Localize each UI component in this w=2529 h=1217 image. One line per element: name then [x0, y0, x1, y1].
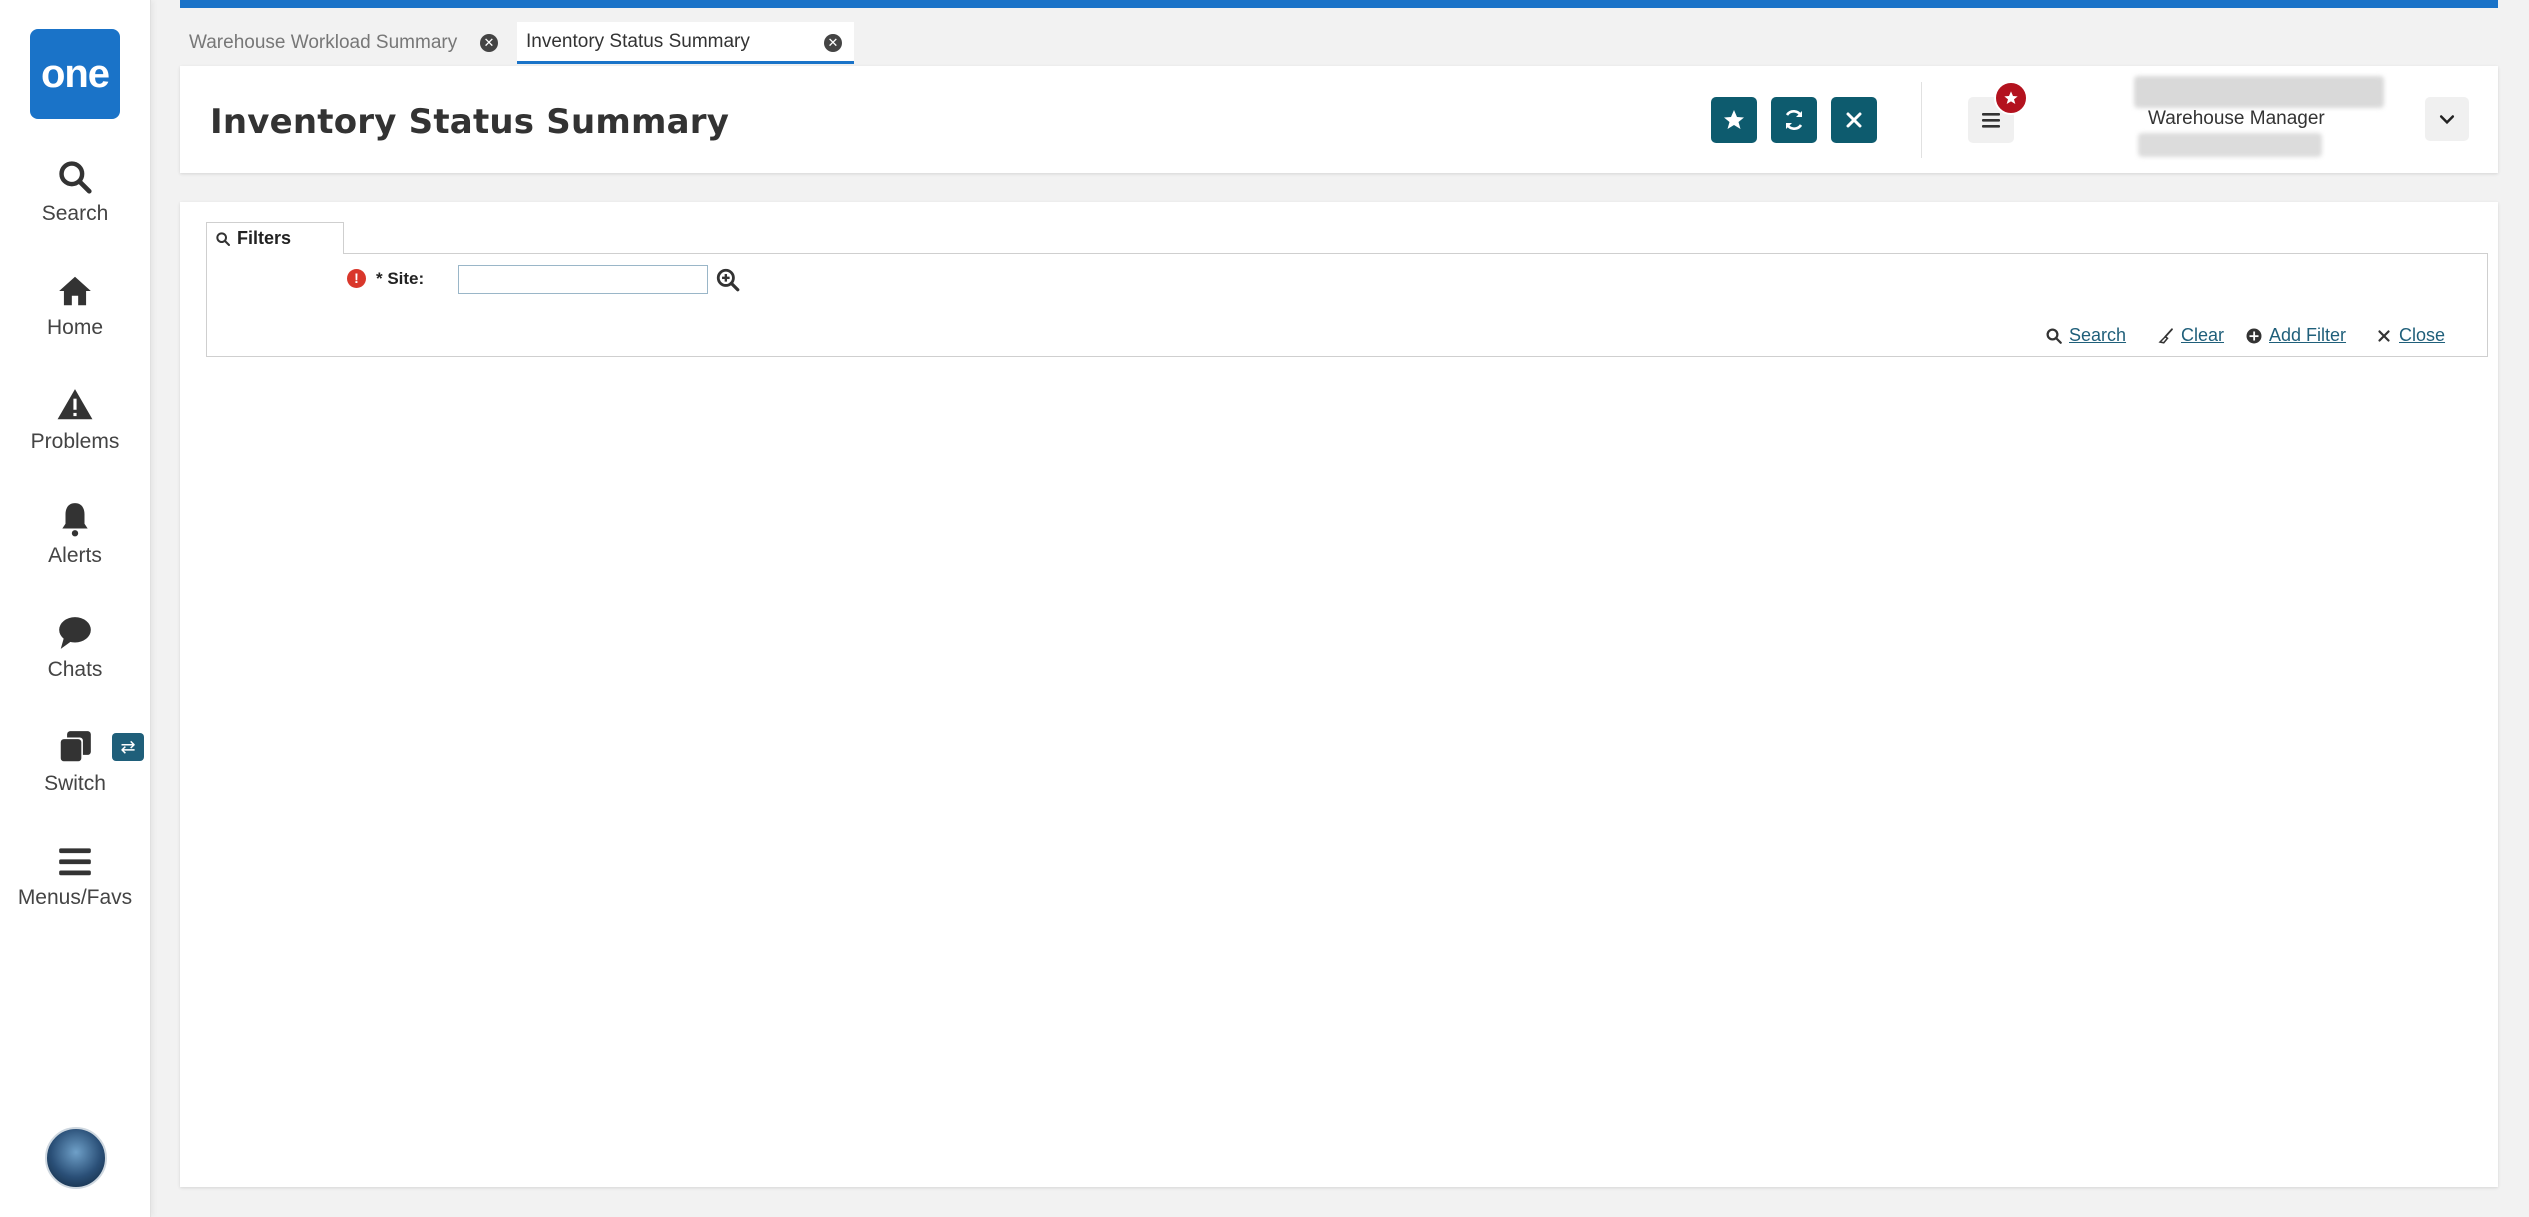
- plus-circle-icon: [2246, 328, 2262, 343]
- nav-item-alerts[interactable]: Alerts: [0, 500, 150, 600]
- close-icon: [1846, 112, 1862, 128]
- search-icon: [2046, 328, 2062, 344]
- required-warning-icon: !: [347, 269, 366, 288]
- switch-icon: [59, 731, 91, 763]
- close-icon: [2378, 329, 2390, 342]
- home-icon: [59, 276, 91, 306]
- nav-label-alerts: Alerts: [48, 544, 102, 567]
- filter-search-label: Search: [2069, 325, 2127, 345]
- search-icon: [59, 161, 92, 194]
- star-icon: [1724, 110, 1744, 129]
- filter-close-label: Close: [2399, 325, 2446, 345]
- page-title: Inventory Status Summary: [210, 102, 730, 142]
- chat-icon: [59, 617, 91, 649]
- filters-tab-label: Filters: [237, 228, 292, 248]
- warning-icon: [57, 389, 93, 420]
- nav-item-home[interactable]: Home: [0, 272, 150, 372]
- star-icon: [2004, 91, 2018, 104]
- tab-label: Warehouse Workload Summary: [189, 32, 458, 53]
- tab-inventory-status-summary[interactable]: Inventory Status Summary ✕: [517, 22, 854, 64]
- app-logo[interactable]: one: [30, 29, 120, 119]
- favorites-badge[interactable]: [1994, 81, 2028, 115]
- top-accent-bar: [180, 0, 2498, 8]
- close-tab-icon[interactable]: ✕: [824, 34, 842, 52]
- nav-label-search: Search: [41, 202, 109, 225]
- nav-item-search[interactable]: Search: [0, 158, 150, 258]
- chevron-down-icon: [2439, 115, 2455, 125]
- refresh-button[interactable]: [1771, 97, 1817, 143]
- nav-item-menus-favs[interactable]: Menus/Favs: [0, 842, 150, 942]
- left-nav: one Search Home Problems Alerts Chats Sw…: [0, 0, 151, 1217]
- favorite-button[interactable]: [1711, 97, 1757, 143]
- switch-badge-icon[interactable]: ⇄: [112, 733, 144, 761]
- site-label: * Site:: [376, 269, 425, 288]
- page-header: Inventory Status Summary Warehouse Manag…: [180, 66, 2498, 173]
- user-menu-dropdown[interactable]: [2425, 97, 2469, 141]
- search-icon: [216, 231, 230, 246]
- user-org-redacted: [2138, 133, 2322, 157]
- filters-tab[interactable]: Filters: [206, 222, 344, 254]
- filter-close-link[interactable]: Close: [2375, 325, 2445, 346]
- filters-panel: ! * Site: Search Clear Add Filter Close: [206, 253, 2488, 357]
- refresh-icon: [1785, 110, 1803, 130]
- filter-clear-link[interactable]: Clear: [2157, 325, 2224, 346]
- filter-search-link[interactable]: Search: [2045, 325, 2126, 346]
- close-button[interactable]: [1831, 97, 1877, 143]
- user-role: Warehouse Manager: [2148, 108, 2325, 129]
- zoom-lookup-icon[interactable]: [715, 267, 741, 293]
- header-divider: [1921, 82, 1922, 158]
- tab-warehouse-workload-summary[interactable]: Warehouse Workload Summary ✕: [180, 22, 510, 64]
- nav-item-problems[interactable]: Problems: [0, 386, 150, 486]
- nav-label-switch: Switch: [44, 772, 106, 795]
- main-content: Filters ! * Site: Search Clear Add Filte…: [180, 202, 2498, 1187]
- broom-icon: [2158, 327, 2173, 344]
- user-name-redacted: [2134, 76, 2384, 108]
- nav-label-chats: Chats: [47, 658, 103, 681]
- filter-clear-label: Clear: [2181, 325, 2225, 345]
- filter-add-link[interactable]: Add Filter: [2245, 325, 2346, 346]
- close-tab-icon[interactable]: ✕: [480, 34, 498, 52]
- nav-label-menus-favs: Menus/Favs: [17, 886, 133, 909]
- tab-label: Inventory Status Summary: [526, 30, 750, 52]
- nav-item-chats[interactable]: Chats: [0, 614, 150, 714]
- nav-label-home: Home: [46, 316, 104, 339]
- site-input[interactable]: [458, 265, 708, 294]
- user-avatar[interactable]: [45, 1127, 107, 1189]
- filter-add-label: Add Filter: [2269, 325, 2347, 345]
- bell-icon: [62, 503, 88, 537]
- nav-label-problems: Problems: [30, 430, 120, 453]
- hamburger-icon: [59, 848, 91, 876]
- hamburger-icon: [1982, 113, 2000, 128]
